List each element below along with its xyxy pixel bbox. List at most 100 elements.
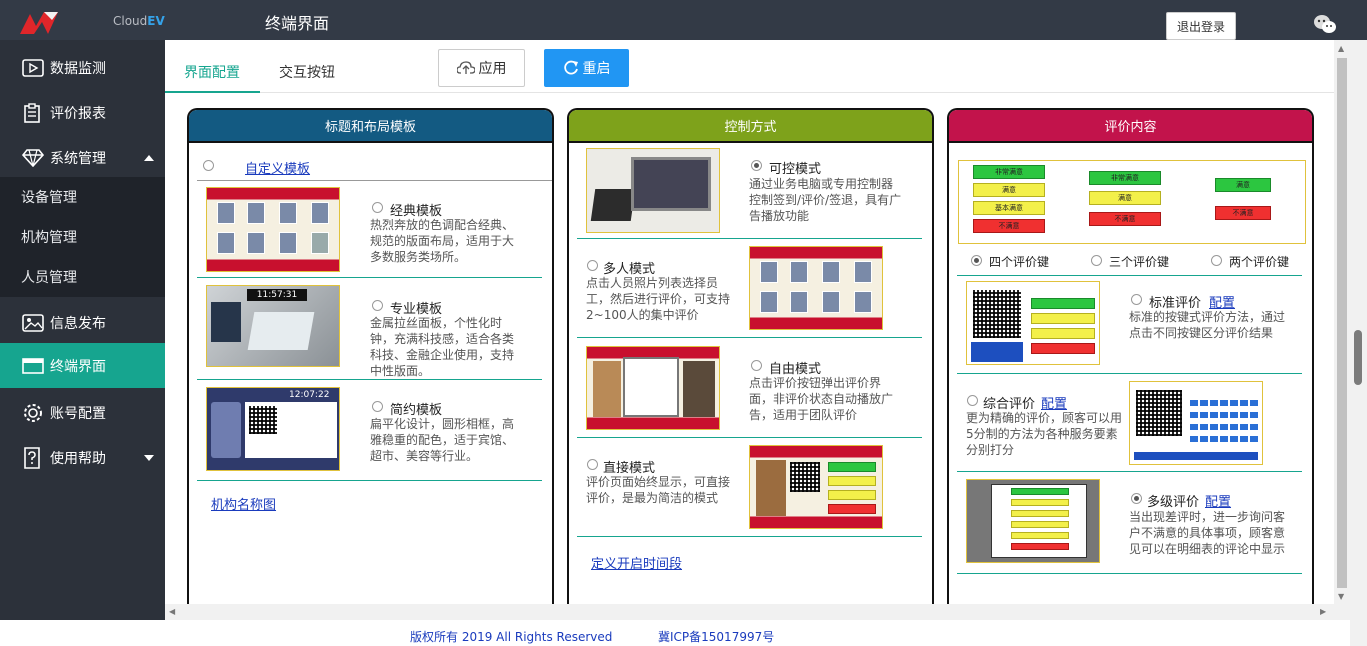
simple-template-thumbnail[interactable]: 12:07:22 <box>206 387 340 471</box>
bar-label: 基本满意 <box>973 201 1045 215</box>
option-title: 多级评价 <box>1147 495 1200 510</box>
divider <box>957 573 1302 574</box>
bar-label: 非常满意 <box>1089 171 1161 185</box>
multi-level-evaluation-thumbnail[interactable] <box>966 479 1100 563</box>
sidebar-item-label: 终端界面 <box>50 358 106 375</box>
panel-header: 标题和布局模板 <box>189 110 552 143</box>
option-description: 热烈奔放的色调配合经典、规范的版面布局，适用于大多数服务类场所。 <box>370 218 515 264</box>
footer: 版权所有 2019 All Rights Reserved 冀ICP备15017… <box>0 620 1350 646</box>
sidebar-item-account[interactable]: 账号配置 <box>0 390 165 435</box>
four-keys-radio[interactable] <box>971 255 982 266</box>
multi-person-mode-thumbnail[interactable] <box>749 246 883 330</box>
custom-template-link[interactable]: 自定义模板 <box>245 158 310 177</box>
sidebar-item-terminal-ui[interactable]: 终端界面 <box>0 343 165 388</box>
standard-evaluation-radio[interactable] <box>1131 294 1142 305</box>
classic-template-radio[interactable] <box>372 202 383 213</box>
classic-template-thumbnail[interactable] <box>206 187 340 272</box>
tab-ui-config[interactable]: 界面配置 <box>184 62 240 82</box>
sidebar-subitem-org[interactable]: 机构管理 <box>0 217 165 257</box>
help-icon <box>24 446 40 469</box>
comprehensive-evaluation-thumbnail[interactable] <box>1129 381 1263 465</box>
window-icon <box>22 357 44 374</box>
bar-label: 满意 <box>1215 178 1271 192</box>
option-description: 点击人员照片列表选择员工，然后进行评价，可支持2~100人的集中评价 <box>586 276 731 322</box>
bar-label: 不满意 <box>1215 206 1271 220</box>
main-content: 界面配置 交互按钮 应用 重启 标题和布局模板 自定义模板 经典模板 热烈奔放的… <box>165 40 1334 608</box>
key-option-label: 两个评价键 <box>1229 255 1290 269</box>
sidebar-item-label: 系统管理 <box>50 150 106 167</box>
layout-template-panel: 标题和布局模板 自定义模板 经典模板 热烈奔放的色调配合经典、规范的版面布局，适… <box>187 108 554 608</box>
divider <box>577 536 922 537</box>
sidebar-item-data-monitor[interactable]: 数据监测 <box>0 45 165 90</box>
divider <box>577 238 922 239</box>
free-mode-thumbnail[interactable] <box>586 346 720 430</box>
cloud-upload-icon <box>456 61 475 74</box>
divider <box>577 437 922 438</box>
professional-template-thumbnail[interactable]: 11:57:31 <box>206 285 340 367</box>
direct-mode-radio[interactable] <box>587 459 598 470</box>
tab-interaction-buttons[interactable]: 交互按钮 <box>279 62 335 82</box>
logout-button[interactable]: 退出登录 <box>1166 12 1236 40</box>
scrollbar-thumb[interactable] <box>1354 330 1362 385</box>
sidebar-item-label: 信息发布 <box>50 315 106 332</box>
clipboard-icon <box>24 102 40 123</box>
bar-label: 不满意 <box>973 219 1045 233</box>
standard-evaluation-thumbnail[interactable] <box>966 281 1100 365</box>
direct-mode-thumbnail[interactable] <box>749 445 883 529</box>
three-keys-radio[interactable] <box>1091 255 1102 266</box>
sidebar-item-label: 评价报表 <box>50 105 106 122</box>
sidebar-item-reports[interactable]: 评价报表 <box>0 90 165 135</box>
option-description: 评价页面始终显示，可直接评价，是最为简洁的模式 <box>586 475 731 505</box>
sidebar-item-help[interactable]: 使用帮助 <box>0 435 165 480</box>
bar-label: 非常满意 <box>973 165 1045 179</box>
bar-label: 不满意 <box>1089 212 1161 226</box>
bar-label: 满意 <box>973 183 1045 197</box>
two-keys-radio[interactable] <box>1211 255 1222 266</box>
multi-level-evaluation-radio[interactable] <box>1131 493 1142 504</box>
copyright-text: 版权所有 2019 All Rights Reserved <box>410 630 613 644</box>
scrollbar-thumb[interactable] <box>1337 58 1347 588</box>
divider <box>197 277 542 278</box>
wechat-icon[interactable] <box>1313 13 1337 35</box>
restart-label: 重启 <box>582 61 611 77</box>
caret-up-icon <box>144 154 154 161</box>
multi-person-mode-radio[interactable] <box>587 260 598 271</box>
sidebar-subitem-device[interactable]: 设备管理 <box>0 177 165 217</box>
professional-template-radio[interactable] <box>372 300 383 311</box>
panel-header: 评价内容 <box>949 110 1312 143</box>
option-description: 标准的按键式评价方法，通过点击不同按键区分评价结果 <box>1129 310 1286 340</box>
content-vertical-scrollbar[interactable]: ▲ ▼ <box>1334 40 1350 620</box>
sidebar-item-system[interactable]: 系统管理 <box>0 135 165 180</box>
option-title: 可控模式 <box>769 162 822 177</box>
diamond-icon <box>22 148 44 167</box>
multi-level-evaluation-config-link[interactable]: 配置 <box>1205 491 1231 510</box>
apply-button[interactable]: 应用 <box>438 49 525 87</box>
thumb-clock: 11:57:31 <box>247 289 307 301</box>
icp-record-text: 冀ICP备15017997号 <box>658 630 775 644</box>
restart-button[interactable]: 重启 <box>544 49 629 87</box>
simple-template-radio[interactable] <box>372 401 383 412</box>
sidebar: 数据监测 评价报表 系统管理 设备管理 机构管理 人员管理 信息发布 终端界面 … <box>0 40 165 620</box>
controllable-mode-radio[interactable] <box>751 160 762 171</box>
define-time-period-link[interactable]: 定义开启时间段 <box>591 553 682 572</box>
option-description: 扁平化设计，圆形相框，高雅稳重的配色，适于宾馆、超市、美容等行业。 <box>370 417 515 463</box>
sidebar-subitem-staff[interactable]: 人员管理 <box>0 257 165 297</box>
page-vertical-scrollbar[interactable] <box>1350 40 1367 646</box>
custom-template-radio[interactable] <box>203 160 214 171</box>
content-horizontal-scrollbar[interactable]: ◀ ▶ <box>165 604 1334 620</box>
option-description: 通过业务电脑或专用控制器控制签到/评价/签退，具有广告播放功能 <box>749 177 902 223</box>
sidebar-item-publish[interactable]: 信息发布 <box>0 300 165 345</box>
divider <box>197 379 542 380</box>
page-title: 终端界面 <box>265 14 330 33</box>
free-mode-radio[interactable] <box>751 360 762 371</box>
sidebar-subitem-label: 机构管理 <box>21 230 77 246</box>
org-name-image-link[interactable]: 机构名称图 <box>211 494 276 513</box>
controllable-mode-thumbnail[interactable] <box>586 148 720 233</box>
option-description: 当出现差评时，进一步询问客户不满意的具体事项，顾客意见可以在明细表的评论中显示 <box>1129 510 1286 556</box>
tab-bar: 界面配置 交互按钮 应用 重启 <box>165 40 1334 93</box>
sidebar-subitem-label: 人员管理 <box>21 270 77 286</box>
sidebar-subitem-label: 设备管理 <box>21 190 77 206</box>
comprehensive-evaluation-radio[interactable] <box>967 395 978 406</box>
evaluation-content-panel: 评价内容 非常满意 满意 基本满意 不满意 非常满意 满意 不满意 满意 不满意… <box>947 108 1314 608</box>
thumb-clock: 12:07:22 <box>289 390 330 400</box>
